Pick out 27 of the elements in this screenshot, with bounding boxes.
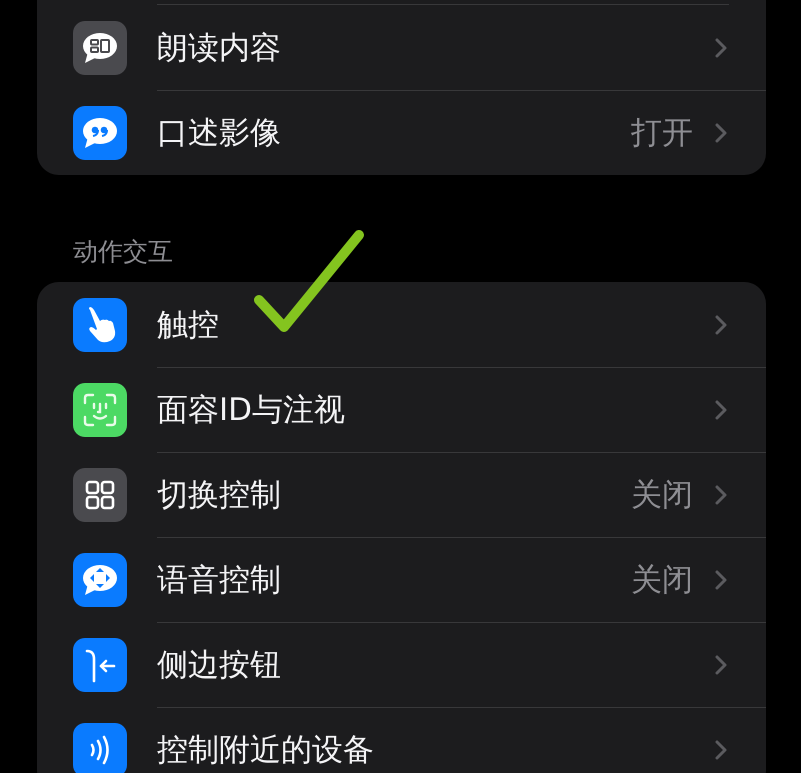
speech-bubble-arrows-icon [73, 552, 127, 606]
chevron-icon [715, 38, 727, 58]
signal-waves-icon [73, 722, 127, 773]
quote-bubble-icon [73, 106, 127, 160]
setting-label[interactable]: 触控 [157, 304, 219, 344]
section-header: 动作交互 [73, 237, 173, 267]
setting-label[interactable]: 切换控制 [157, 475, 281, 515]
speech-bubble-icon [73, 20, 127, 74]
pointing-hand-icon [73, 298, 127, 352]
setting-value: 关闭 [631, 561, 693, 600]
grid-icon [73, 468, 127, 522]
chevron-icon [715, 570, 727, 590]
setting-value: 关闭 [631, 476, 693, 515]
setting-value: 打开 [631, 114, 693, 153]
chevron-icon [715, 314, 727, 334]
chevron-icon [715, 123, 727, 143]
setting-label[interactable]: 侧边按钮 [157, 645, 281, 685]
setting-label[interactable]: 朗读内容 [157, 28, 281, 68]
chevron-icon [715, 400, 727, 420]
setting-label[interactable]: 语音控制 [157, 560, 281, 600]
setting-label[interactable]: 控制附近的设备 [157, 730, 374, 770]
face-scan-icon [73, 382, 127, 436]
chevron-icon [715, 485, 727, 505]
setting-label[interactable]: 面容ID与注视 [157, 390, 346, 430]
setting-label[interactable]: 口述影像 [157, 113, 281, 153]
chevron-icon [715, 655, 727, 675]
chevron-icon [715, 740, 727, 760]
